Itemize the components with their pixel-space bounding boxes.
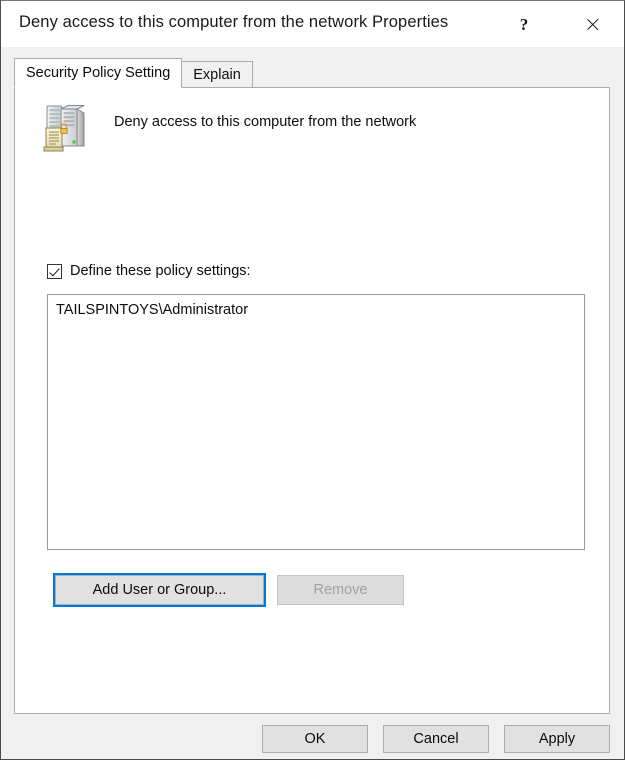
question-mark-icon: ? [519, 14, 529, 34]
close-icon [586, 17, 601, 32]
tab-label: Explain [193, 66, 241, 83]
apply-button[interactable]: Apply [504, 725, 610, 753]
policy-name: Deny access to this computer from the ne… [114, 114, 417, 130]
tab-label: Security Policy Setting [26, 65, 171, 81]
window-title: Deny access to this computer from the ne… [19, 13, 449, 31]
tab-strip: Security Policy Setting Explain [14, 58, 253, 88]
properties-dialog: Deny access to this computer from the ne… [0, 0, 625, 760]
dialog-footer: OK Cancel Apply [2, 715, 623, 759]
add-user-or-group-button[interactable]: Add User or Group... [53, 573, 266, 607]
tab-panel-security-policy-setting: Deny access to this computer from the ne… [14, 87, 610, 714]
define-policy-settings-label: Define these policy settings: [70, 263, 251, 279]
define-policy-settings-row[interactable]: Define these policy settings: [47, 263, 251, 279]
define-policy-settings-checkbox[interactable] [47, 263, 62, 279]
tab-security-policy-setting[interactable]: Security Policy Setting [14, 58, 183, 88]
cancel-button[interactable]: Cancel [383, 725, 489, 753]
policy-principals-listbox[interactable]: TAILSPINTOYS\Administrator [47, 294, 585, 550]
policy-header: Deny access to this computer from the ne… [29, 98, 589, 168]
remove-button[interactable]: Remove [277, 575, 404, 605]
ok-button[interactable]: OK [262, 725, 368, 753]
title-bar: Deny access to this computer from the ne… [1, 1, 624, 47]
close-button[interactable] [570, 1, 616, 47]
help-button[interactable]: ? [501, 1, 547, 47]
server-policy-icon [41, 102, 91, 154]
list-item[interactable]: TAILSPINTOYS\Administrator [48, 301, 584, 319]
tab-explain[interactable]: Explain [181, 61, 253, 88]
